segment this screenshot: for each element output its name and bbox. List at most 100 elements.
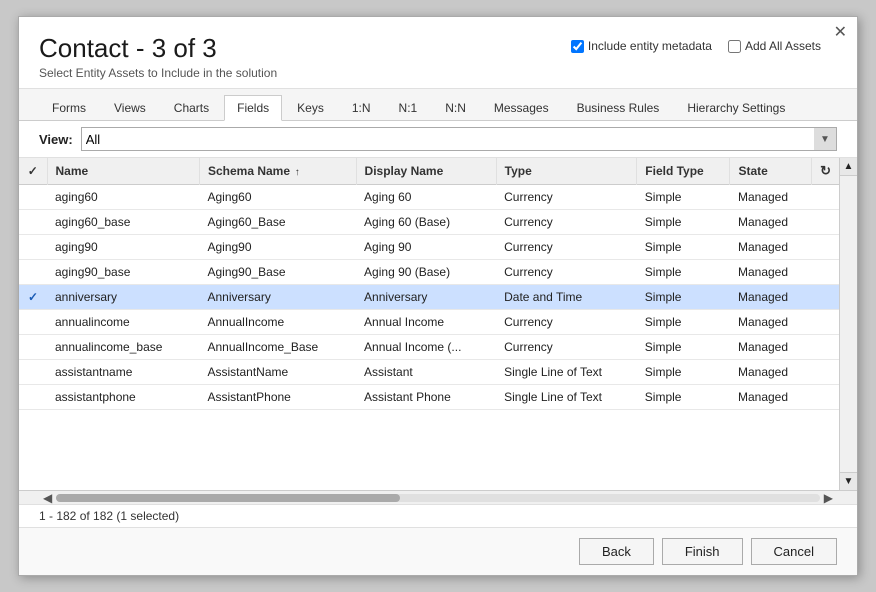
- cell-field-type: Simple: [637, 210, 730, 235]
- row-check[interactable]: [19, 260, 47, 285]
- tab-business-rules[interactable]: Business Rules: [564, 95, 673, 120]
- cell-field-type: Simple: [637, 385, 730, 410]
- tab-nn[interactable]: N:N: [432, 95, 479, 120]
- tab-forms[interactable]: Forms: [39, 95, 99, 120]
- tab-fields[interactable]: Fields: [224, 95, 282, 121]
- table-row[interactable]: aging60_baseAging60_BaseAging 60 (Base)C…: [19, 210, 839, 235]
- scroll-track-horiz[interactable]: [56, 494, 820, 502]
- cell-type: Currency: [496, 210, 637, 235]
- cell-schema-name: AssistantName: [199, 360, 356, 385]
- tab-messages[interactable]: Messages: [481, 95, 562, 120]
- cell-type: Currency: [496, 235, 637, 260]
- col-header-refresh: ↻: [812, 158, 839, 185]
- include-metadata-text: Include entity metadata: [588, 39, 712, 53]
- view-select-wrapper[interactable]: AllCustomManagedUnmanaged ▼: [81, 127, 837, 151]
- include-metadata-label[interactable]: Include entity metadata: [571, 39, 712, 53]
- tab-1n[interactable]: 1:N: [339, 95, 384, 120]
- tab-keys[interactable]: Keys: [284, 95, 337, 120]
- table-row[interactable]: aging60Aging60Aging 60CurrencySimpleMana…: [19, 185, 839, 210]
- cell-empty: [812, 310, 839, 335]
- dialog-header: Contact - 3 of 3 Select Entity Assets to…: [19, 17, 857, 89]
- add-all-assets-label[interactable]: Add All Assets: [728, 39, 821, 53]
- table-scroll[interactable]: ✓NameSchema Name ↑Display NameTypeField …: [19, 158, 839, 490]
- table-row[interactable]: aging90Aging90Aging 90CurrencySimpleMana…: [19, 235, 839, 260]
- cell-type: Currency: [496, 335, 637, 360]
- cell-field-type: Simple: [637, 285, 730, 310]
- scroll-thumb-horiz[interactable]: [56, 494, 400, 502]
- dialog: ✕ Contact - 3 of 3 Select Entity Assets …: [18, 16, 858, 576]
- cell-type: Date and Time: [496, 285, 637, 310]
- cell-state: Managed: [730, 335, 812, 360]
- add-all-assets-checkbox[interactable]: [728, 40, 741, 53]
- cell-display-name: Aging 90 (Base): [356, 260, 496, 285]
- table-row[interactable]: annualincomeAnnualIncomeAnnual IncomeCur…: [19, 310, 839, 335]
- table-row[interactable]: ✓anniversaryAnniversaryAnniversaryDate a…: [19, 285, 839, 310]
- cell-schema-name: Aging90_Base: [199, 260, 356, 285]
- row-check[interactable]: ✓: [19, 285, 47, 310]
- cell-field-type: Simple: [637, 335, 730, 360]
- tab-hierarchy-settings[interactable]: Hierarchy Settings: [674, 95, 798, 120]
- tab-charts[interactable]: Charts: [161, 95, 222, 120]
- footer: Back Finish Cancel: [19, 527, 857, 575]
- cell-empty: [812, 385, 839, 410]
- cell-field-type: Simple: [637, 235, 730, 260]
- table-row[interactable]: annualincome_baseAnnualIncome_BaseAnnual…: [19, 335, 839, 360]
- refresh-icon[interactable]: ↻: [820, 163, 831, 178]
- row-check[interactable]: [19, 335, 47, 360]
- cell-type: Currency: [496, 310, 637, 335]
- finish-button[interactable]: Finish: [662, 538, 743, 565]
- cell-type: Single Line of Text: [496, 385, 637, 410]
- col-header-schema_name[interactable]: Schema Name ↑: [199, 158, 356, 185]
- cell-empty: [812, 285, 839, 310]
- view-bar: View: AllCustomManagedUnmanaged ▼: [19, 121, 857, 158]
- side-scrollbar: ▲ ▼: [839, 158, 857, 490]
- cell-name: aging60_base: [47, 210, 199, 235]
- cell-name: aging90: [47, 235, 199, 260]
- table-row[interactable]: assistantnameAssistantNameAssistantSingl…: [19, 360, 839, 385]
- cell-empty: [812, 210, 839, 235]
- cell-display-name: Assistant: [356, 360, 496, 385]
- cell-name: annualincome_base: [47, 335, 199, 360]
- table-row[interactable]: assistantphoneAssistantPhoneAssistant Ph…: [19, 385, 839, 410]
- row-check[interactable]: [19, 235, 47, 260]
- tabs-bar: FormsViewsChartsFieldsKeys1:NN:1N:NMessa…: [19, 89, 857, 121]
- table-row[interactable]: aging90_baseAging90_BaseAging 90 (Base)C…: [19, 260, 839, 285]
- row-check[interactable]: [19, 360, 47, 385]
- back-button[interactable]: Back: [579, 538, 654, 565]
- cancel-button[interactable]: Cancel: [751, 538, 837, 565]
- scroll-down-button[interactable]: ▼: [840, 472, 857, 490]
- row-check[interactable]: [19, 310, 47, 335]
- cell-name: assistantname: [47, 360, 199, 385]
- row-check[interactable]: [19, 210, 47, 235]
- cell-state: Managed: [730, 260, 812, 285]
- checkmark-icon: ✓: [28, 290, 38, 304]
- add-all-assets-text: Add All Assets: [745, 39, 821, 53]
- scroll-left-button[interactable]: ◀: [39, 491, 56, 505]
- row-check[interactable]: [19, 385, 47, 410]
- cell-schema-name: AnnualIncome: [199, 310, 356, 335]
- cell-field-type: Simple: [637, 310, 730, 335]
- cell-state: Managed: [730, 360, 812, 385]
- close-button[interactable]: ✕: [834, 25, 847, 41]
- scroll-up-button[interactable]: ▲: [840, 158, 857, 176]
- tab-views[interactable]: Views: [101, 95, 159, 120]
- scroll-right-button[interactable]: ▶: [820, 491, 837, 505]
- row-check[interactable]: [19, 185, 47, 210]
- cell-name: assistantphone: [47, 385, 199, 410]
- cell-empty: [812, 360, 839, 385]
- include-metadata-checkbox[interactable]: [571, 40, 584, 53]
- table-container: ✓NameSchema Name ↑Display NameTypeField …: [19, 158, 857, 490]
- view-select[interactable]: AllCustomManagedUnmanaged: [86, 132, 832, 147]
- cell-display-name: Aging 90: [356, 235, 496, 260]
- horizontal-scrollbar: ◀ ▶: [19, 490, 857, 504]
- tab-n1[interactable]: N:1: [386, 95, 431, 120]
- cell-schema-name: Anniversary: [199, 285, 356, 310]
- col-header-field_type: Field Type: [637, 158, 730, 185]
- view-dropdown-arrow[interactable]: ▼: [814, 128, 836, 150]
- cell-display-name: Aging 60 (Base): [356, 210, 496, 235]
- cell-state: Managed: [730, 285, 812, 310]
- cell-type: Currency: [496, 185, 637, 210]
- col-header-check: ✓: [19, 158, 47, 185]
- view-label: View:: [39, 132, 73, 147]
- cell-schema-name: Aging60_Base: [199, 210, 356, 235]
